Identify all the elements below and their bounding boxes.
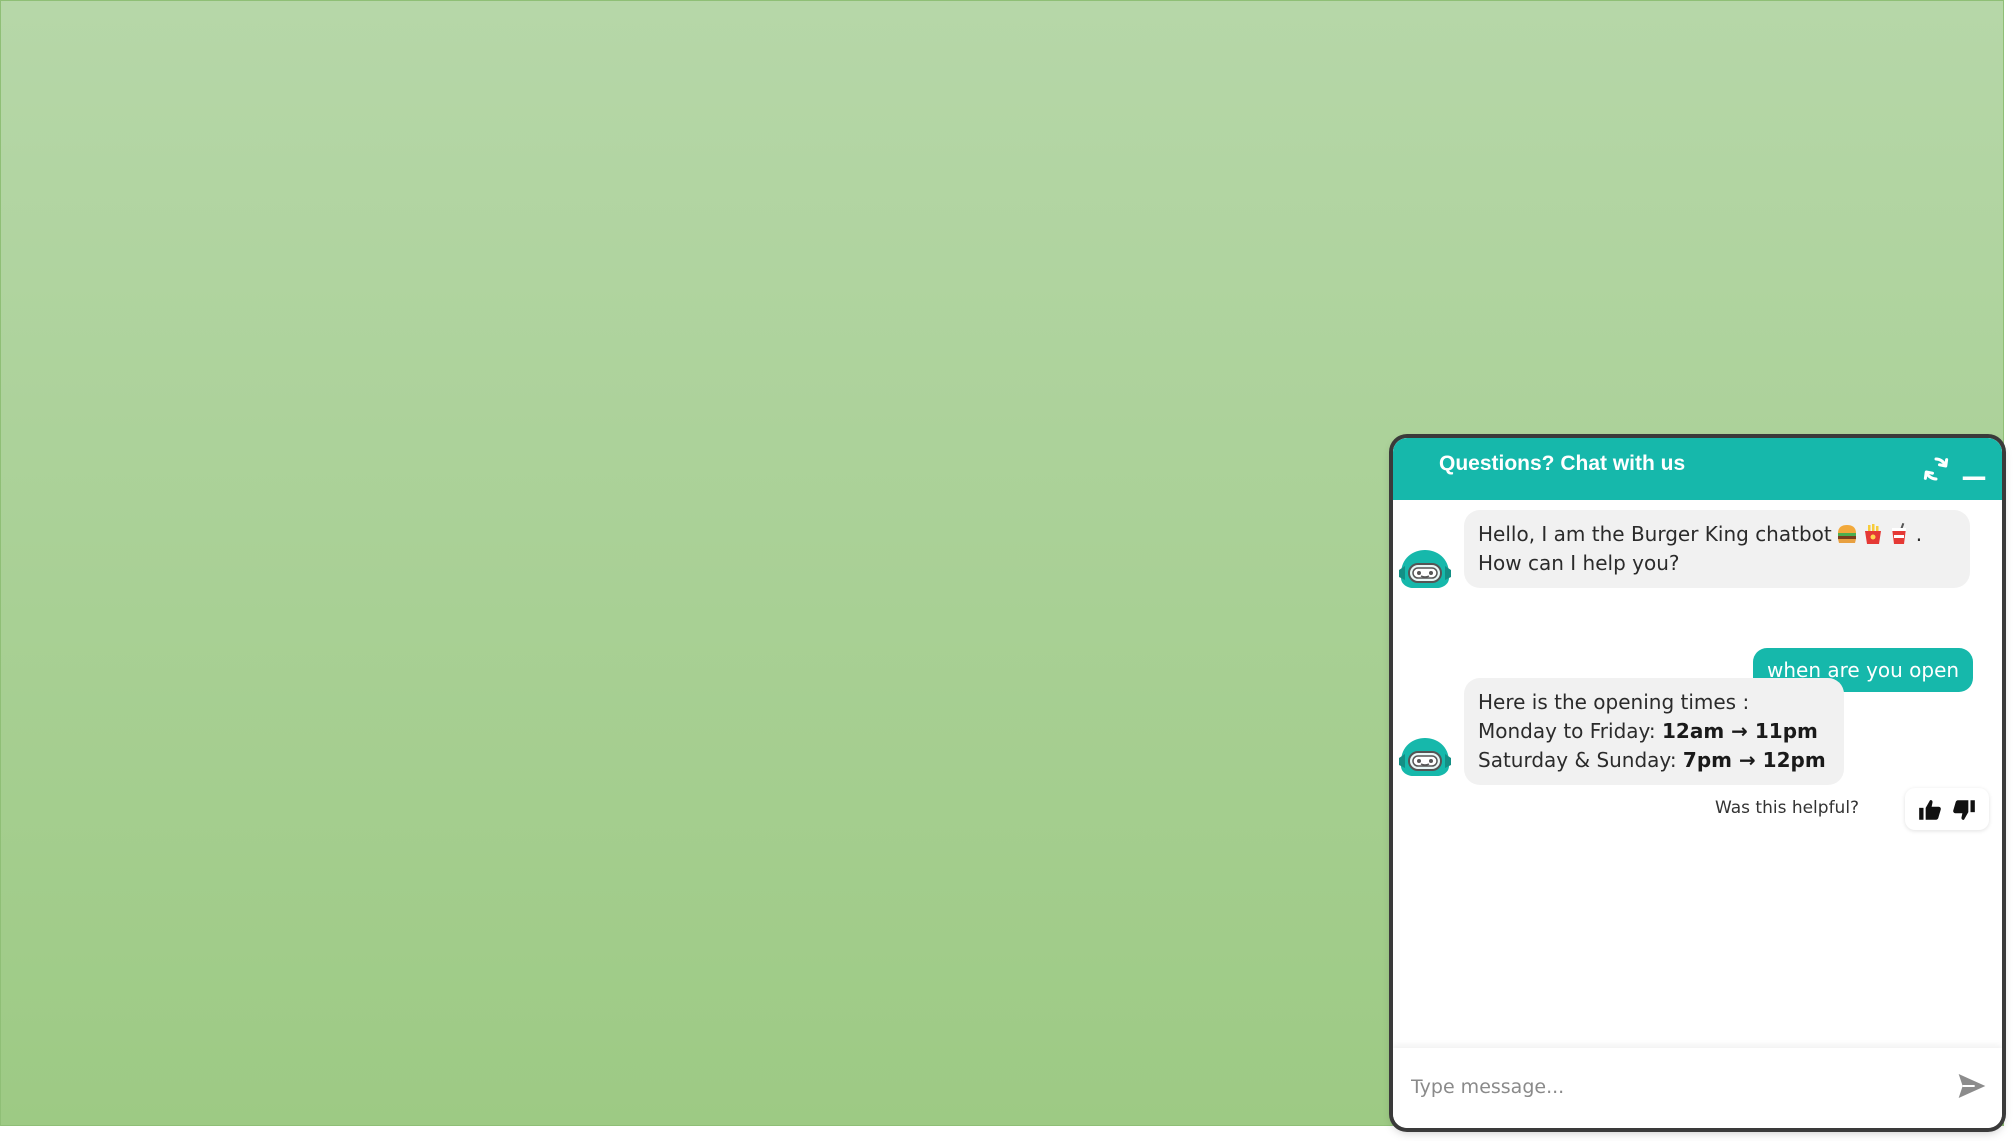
message-list: Hello, I am the Burger King chatbot . Ho… <box>1393 500 2002 1048</box>
opening-hours-weekday: Monday to Friday: 12am → 11pm <box>1478 717 1830 746</box>
bot-message-line: Hello, I am the Burger King chatbot . <box>1478 520 1956 549</box>
chat-widget: Questions? Chat with us Hello, I am the … <box>1393 438 2002 1128</box>
message-composer <box>1393 1048 2002 1128</box>
weekend-hours: 7pm → 12pm <box>1682 748 1826 772</box>
drink-emoji-icon <box>1891 523 1906 544</box>
robot-avatar-icon <box>1399 738 1451 776</box>
minimize-icon[interactable] <box>1959 454 1989 484</box>
chat-header: Questions? Chat with us <box>1393 438 2002 500</box>
message-input[interactable] <box>1409 1066 1933 1108</box>
weekend-label: Saturday & Sunday: <box>1478 748 1683 772</box>
refresh-icon[interactable] <box>1921 454 1951 484</box>
thumbs-up-icon[interactable] <box>1917 797 1943 823</box>
bot-message-bubble: Here is the opening times : Monday to Fr… <box>1464 678 1844 785</box>
send-icon[interactable] <box>1955 1070 1989 1102</box>
bot-message-text: Hello, I am the Burger King chatbot <box>1478 522 1832 546</box>
feedback-label: Was this helpful? <box>1715 798 1860 818</box>
page: Questions? Chat with us Hello, I am the … <box>0 0 2014 1141</box>
bot-message-punctuation: . <box>1915 522 1923 546</box>
thumbs-down-icon[interactable] <box>1951 797 1977 823</box>
opening-hours-weekend: Saturday & Sunday: 7pm → 12pm <box>1478 746 1830 775</box>
weekday-hours: 12am → 11pm <box>1662 719 1818 743</box>
bot-message-line: Here is the opening times : <box>1478 690 1750 714</box>
feedback-buttons <box>1905 788 1989 830</box>
bot-message-line: How can I help you? <box>1478 551 1680 575</box>
burger-emoji-icon <box>1837 525 1856 543</box>
weekday-label: Monday to Friday: <box>1478 719 1663 743</box>
chat-title: Questions? Chat with us <box>1439 452 1686 475</box>
fries-emoji-icon <box>1864 524 1881 544</box>
robot-avatar-icon <box>1399 550 1451 588</box>
bot-message-bubble: Hello, I am the Burger King chatbot . Ho… <box>1464 510 1970 588</box>
